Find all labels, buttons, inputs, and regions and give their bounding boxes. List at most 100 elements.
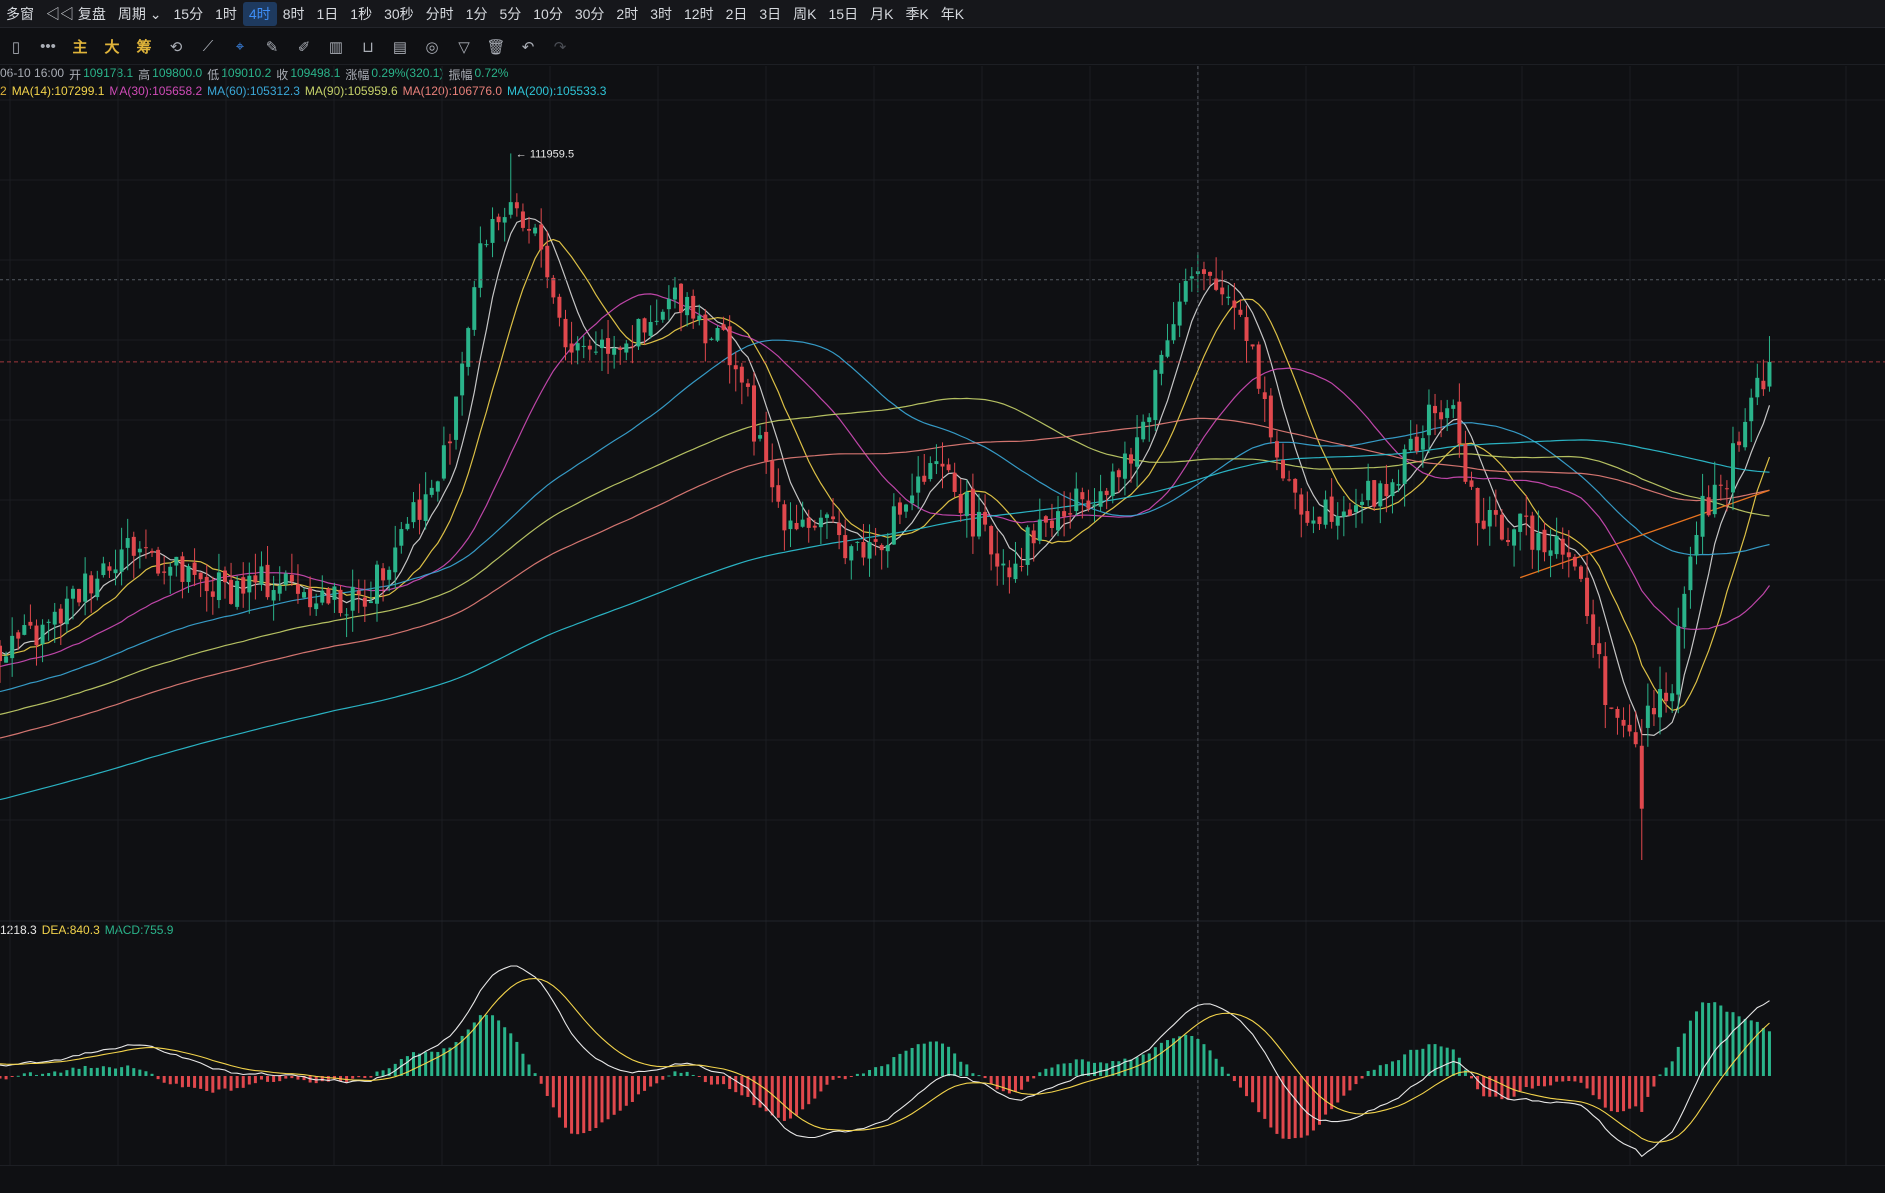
candle-body: [0, 645, 2, 662]
macd-histogram-bar: [594, 1076, 598, 1128]
period-item-0[interactable]: 多窗: [0, 2, 40, 26]
macd-histogram-bar: [278, 1076, 282, 1082]
macd-histogram-bar: [983, 1076, 987, 1079]
macd-histogram-bar: [1372, 1069, 1376, 1076]
period-item-5[interactable]: 4时: [242, 1, 277, 26]
pencil-icon[interactable]: ✎: [256, 33, 288, 61]
large-order-button[interactable]: 大: [96, 33, 128, 61]
undo-icon[interactable]: ↶: [512, 33, 544, 61]
macd-histogram-bar: [1056, 1064, 1060, 1076]
macd-histogram-bar: [1178, 1036, 1182, 1076]
macd-histogram-bar: [1470, 1076, 1474, 1079]
redo-icon[interactable]: ↷: [544, 33, 576, 61]
macd-histogram-bar: [655, 1076, 659, 1084]
lock-icon[interactable]: ⊔: [352, 33, 384, 61]
chip-distribution-button[interactable]: 筹: [128, 33, 160, 61]
period-item-9[interactable]: 30秒: [378, 2, 420, 26]
macd-histogram-bar: [150, 1073, 154, 1076]
cursor-icon[interactable]: ⌖: [224, 33, 256, 61]
candle-body: [1171, 324, 1176, 341]
period-item-24[interactable]: 年K: [935, 2, 970, 26]
period-item-14[interactable]: 30分: [569, 2, 611, 26]
macd-histogram-bar: [636, 1076, 640, 1095]
period-item-11[interactable]: 1分: [460, 2, 494, 26]
candle-body: [1031, 530, 1036, 544]
filter-icon[interactable]: ▽: [448, 33, 480, 61]
candle-body: [10, 635, 15, 659]
period-item-13[interactable]: 10分: [527, 2, 569, 26]
candlestick-chart[interactable]: ← 111959.595月 125月 155月 185月 215月 245月 2…: [0, 66, 1885, 1165]
candle-body: [891, 506, 896, 545]
period-item-8[interactable]: 1秒: [344, 2, 378, 26]
macd-histogram-bar: [1001, 1076, 1005, 1092]
period-item-16[interactable]: 3时: [644, 2, 678, 26]
candle-body: [222, 570, 227, 583]
trash-icon[interactable]: 🗑: [480, 33, 512, 61]
period-item-2[interactable]: 周期 ⌄: [112, 2, 168, 26]
candle-body: [1335, 515, 1340, 526]
period-item-23[interactable]: 季K: [899, 2, 934, 26]
macd-histogram-bar: [259, 1076, 263, 1080]
period-item-3[interactable]: 15分: [168, 2, 210, 26]
macd-histogram-bar: [649, 1076, 653, 1087]
candle-body: [910, 495, 915, 504]
macd-histogram-bar: [1549, 1076, 1553, 1086]
period-item-6[interactable]: 8时: [277, 2, 311, 26]
note-icon[interactable]: ▤: [384, 33, 416, 61]
main-indicator-button[interactable]: 主: [64, 33, 96, 61]
period-item-19[interactable]: 3日: [753, 2, 787, 26]
macd-histogram-bar: [1141, 1054, 1145, 1076]
macd-histogram-bar: [351, 1076, 355, 1079]
macd-histogram-bar: [989, 1076, 993, 1085]
candle-body: [794, 522, 799, 530]
period-item-15[interactable]: 2时: [610, 2, 644, 26]
indicator-icon[interactable]: ⟲: [160, 33, 192, 61]
macd-histogram-bar: [1184, 1034, 1188, 1076]
macd-histogram-bar: [1628, 1076, 1632, 1109]
period-item-12[interactable]: 5分: [493, 2, 527, 26]
macd-histogram-bar: [1293, 1076, 1297, 1139]
ma-line-90: [0, 397, 1770, 715]
candle-body: [156, 549, 161, 574]
period-item-4[interactable]: 1时: [209, 2, 243, 26]
period-item-10[interactable]: 分时: [420, 2, 460, 26]
candle-body: [837, 522, 842, 536]
period-item-1[interactable]: ◁◁ 复盘: [40, 2, 112, 26]
candle-body: [715, 327, 720, 341]
candle-body: [216, 572, 221, 601]
candle-body: [308, 588, 313, 608]
macd-histogram-bar: [880, 1066, 884, 1076]
date-axis: [0, 1165, 1885, 1189]
candle-body: [1347, 509, 1352, 516]
candle-icon[interactable]: ▥: [320, 33, 352, 61]
macd-histogram-bar: [716, 1076, 720, 1085]
brush-icon[interactable]: ✐: [288, 33, 320, 61]
macd-histogram-bar: [107, 1067, 111, 1076]
magnet-icon[interactable]: ◎: [416, 33, 448, 61]
candle-body: [64, 598, 69, 625]
macd-histogram-bar: [959, 1061, 963, 1076]
macd-histogram-bar: [685, 1071, 689, 1076]
candle-body: [691, 295, 696, 319]
period-item-20[interactable]: 周K: [787, 2, 822, 26]
candle-body: [1481, 520, 1486, 529]
macd-histogram-bar: [162, 1076, 166, 1083]
candle-body: [1487, 509, 1492, 527]
period-item-17[interactable]: 12时: [678, 2, 720, 26]
candle-body: [1518, 513, 1523, 532]
more-menu-button[interactable]: •••: [32, 33, 64, 61]
candle-body: [520, 211, 525, 228]
draw-line-icon[interactable]: ⟋: [192, 33, 224, 61]
macd-histogram-bar: [187, 1076, 190, 1087]
candle-body: [484, 244, 489, 246]
macd-histogram-bar: [442, 1048, 446, 1076]
macd-histogram-bar: [1719, 1005, 1723, 1076]
period-item-18[interactable]: 2日: [720, 2, 754, 26]
period-item-22[interactable]: 月K: [864, 2, 899, 26]
period-item-21[interactable]: 15日: [823, 2, 865, 26]
candle-body: [314, 603, 319, 610]
period-item-7[interactable]: 1日: [310, 2, 344, 26]
macd-histogram-bar: [381, 1070, 385, 1076]
layout-icon[interactable]: ▯: [0, 33, 32, 61]
macd-histogram-bar: [430, 1051, 434, 1076]
